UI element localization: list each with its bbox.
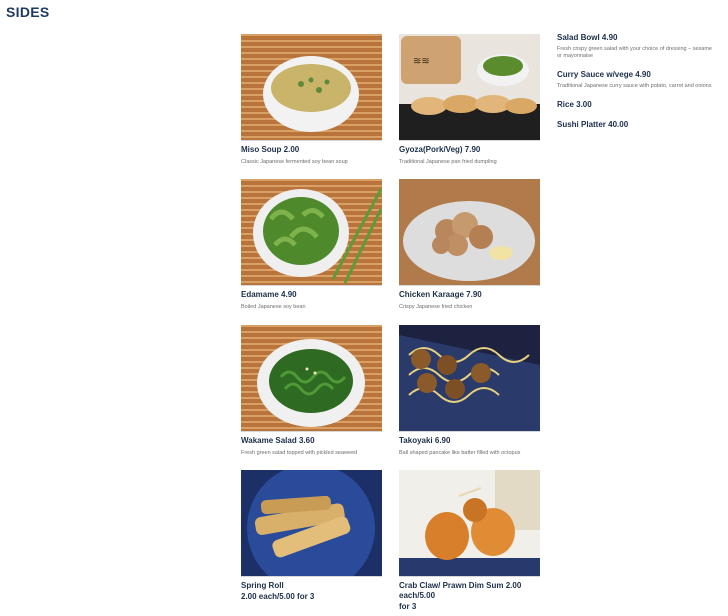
side-item-salad-bowl[interactable]: Salad Bowl 4.90 Fresh crispy green salad… [557, 33, 717, 60]
side-item-rice[interactable]: Rice 3.00 [557, 100, 717, 110]
item-name: Curry Sauce w/vege 4.90 [557, 70, 651, 79]
menu-card-crab-claw[interactable]: Crab Claw/ Prawn Dim Sum 2.00 each/5.00 … [399, 470, 541, 612]
menu-card-spring-roll[interactable]: Spring Roll 2.00 each/5.00 for 3 [241, 470, 383, 602]
item-name: Sushi Platter 40.00 [557, 120, 629, 129]
item-price-detail: for 3 [399, 602, 417, 611]
menu-card-takoyaki[interactable]: Takoyaki 6.90 Ball shaped pancake like b… [399, 325, 541, 457]
item-name: Takoyaki 6.90 [399, 436, 451, 445]
item-price-detail: 2.00 each/5.00 for 3 [241, 592, 315, 601]
item-description: Traditional Japanese pan fried dumpling [399, 159, 497, 165]
takoyaki-photo[interactable] [399, 325, 540, 432]
chicken-karaage-photo[interactable] [399, 179, 540, 286]
wakame-salad-photo[interactable] [241, 325, 382, 432]
item-description: Boiled Japanese soy bean [241, 304, 306, 310]
menu-card-gyoza[interactable]: ≋≋ Gyoza(Pork/Veg) 7.90 Traditional Japa… [399, 34, 541, 166]
item-name: Miso Soup 2.00 [241, 145, 300, 154]
item-name: Edamame 4.90 [241, 290, 297, 299]
item-name: Rice 3.00 [557, 100, 592, 109]
item-description: Fresh green salad topped with pickled se… [241, 450, 358, 456]
item-description: Ball shaped pancake like batter filled w… [399, 450, 521, 456]
crab-claw-photo[interactable] [399, 470, 540, 577]
item-name: Gyoza(Pork/Veg) 7.90 [399, 145, 481, 154]
miso-soup-photo[interactable] [241, 34, 382, 141]
edamame-photo[interactable] [241, 179, 382, 286]
svg-text:≋≋: ≋≋ [413, 56, 430, 67]
item-name: Crab Claw/ Prawn Dim Sum 2.00 each/5.00 [399, 581, 522, 600]
menu-card-miso-soup[interactable]: Miso Soup 2.00 Classic Japanese fermente… [241, 34, 383, 166]
section-title: SIDES [6, 4, 50, 20]
menu-card-chicken-karaage[interactable]: Chicken Karaage 7.90 Crispy Japanese fri… [399, 179, 541, 311]
item-name: Spring Roll [241, 581, 284, 590]
side-item-curry-sauce[interactable]: Curry Sauce w/vege 4.90 Traditional Japa… [557, 70, 717, 90]
gyoza-photo[interactable]: ≋≋ [399, 34, 540, 141]
item-description: Traditional Japanese curry sauce with po… [557, 83, 712, 89]
menu-card-edamame[interactable]: Edamame 4.90 Boiled Japanese soy bean [241, 179, 383, 311]
item-description: Classic Japanese fermented soy bean soup [241, 159, 348, 165]
side-list: Salad Bowl 4.90 Fresh crispy green salad… [557, 33, 717, 140]
item-name: Salad Bowl 4.90 [557, 33, 618, 42]
item-description: Crispy Japanese fried chicken [399, 304, 473, 310]
item-description: Fresh crispy green salad with your choic… [557, 46, 712, 59]
spring-roll-photo[interactable] [241, 470, 382, 577]
item-name: Wakame Salad 3.60 [241, 436, 315, 445]
item-name: Chicken Karaage 7.90 [399, 290, 482, 299]
menu-card-wakame-salad[interactable]: Wakame Salad 3.60 Fresh green salad topp… [241, 325, 383, 457]
side-item-sushi-platter[interactable]: Sushi Platter 40.00 [557, 120, 717, 130]
